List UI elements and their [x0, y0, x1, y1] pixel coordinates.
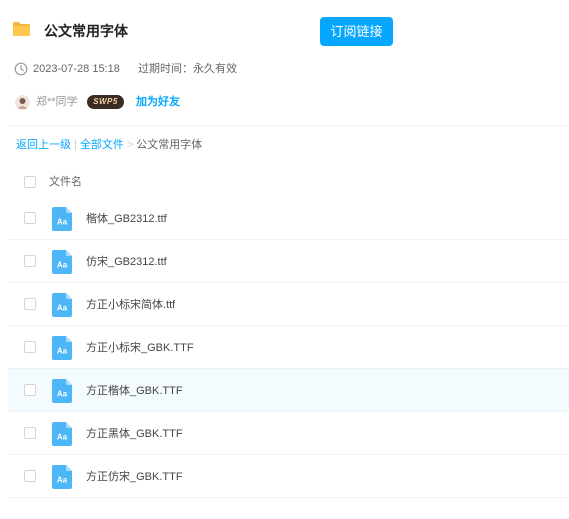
file-name[interactable]: 方正黑体_GBK.TTF	[86, 426, 183, 442]
font-file-icon: Aa	[52, 250, 72, 274]
file-name[interactable]: 方正楷体_GBK.TTF	[86, 383, 183, 399]
row-divider	[8, 497, 569, 498]
font-file-icon: Aa	[52, 336, 72, 360]
svg-text:Aa: Aa	[57, 433, 68, 442]
font-file-icon: Aa	[52, 465, 72, 489]
file-row[interactable]: Aa 方正黑体_GBK.TTF	[8, 412, 569, 455]
file-name[interactable]: 方正小标宋简体.ttf	[86, 297, 175, 313]
svg-text:Aa: Aa	[57, 304, 68, 313]
breadcrumb-current: 公文常用字体	[136, 139, 203, 151]
breadcrumb: 返回上一级 | 全部文件 > 公文常用字体	[16, 137, 202, 153]
clock-icon	[14, 62, 28, 76]
file-row[interactable]: Aa 方正楷体_GBK.TTF	[8, 369, 569, 412]
row-checkbox[interactable]	[24, 427, 36, 439]
breadcrumb-arrow: >	[126, 139, 134, 151]
expire-time: 过期时间：永久有效	[138, 63, 237, 75]
file-row[interactable]: Aa 仿宋_GB2312.ttf	[8, 240, 569, 283]
vip-badge: SWP5	[87, 95, 124, 109]
file-row[interactable]: Aa 方正仿宋_GBK.TTF	[8, 455, 569, 498]
file-name[interactable]: 楷体_GB2312.ttf	[86, 211, 167, 227]
avatar[interactable]	[15, 95, 30, 110]
file-name[interactable]: 方正仿宋_GBK.TTF	[86, 469, 183, 485]
svg-text:Aa: Aa	[57, 390, 68, 399]
font-file-icon: Aa	[52, 207, 72, 231]
row-checkbox[interactable]	[24, 341, 36, 353]
font-file-icon: Aa	[52, 293, 72, 317]
column-header-filename[interactable]: 文件名	[49, 174, 82, 190]
user-name: 郑**同学	[36, 96, 78, 108]
file-name[interactable]: 仿宋_GB2312.ttf	[86, 254, 167, 270]
subscribe-link-button[interactable]: 订阅链接	[320, 17, 393, 46]
file-row[interactable]: Aa 方正小标宋简体.ttf	[8, 283, 569, 326]
header-divider	[8, 125, 569, 126]
svg-text:Aa: Aa	[57, 347, 68, 356]
row-checkbox[interactable]	[24, 212, 36, 224]
all-files-link[interactable]: 全部文件	[80, 139, 124, 151]
file-row[interactable]: Aa 方正小标宋_GBK.TTF	[8, 326, 569, 369]
add-friend-link[interactable]: 加为好友	[136, 95, 180, 110]
svg-text:Aa: Aa	[57, 261, 68, 270]
select-all-checkbox[interactable]	[24, 176, 36, 188]
folder-icon	[13, 22, 30, 36]
row-checkbox[interactable]	[24, 384, 36, 396]
share-date: 2023-07-28 15:18	[33, 63, 120, 75]
file-row[interactable]: Aa 楷体_GB2312.ttf	[8, 197, 569, 240]
back-link[interactable]: 返回上一级	[16, 139, 71, 151]
svg-text:Aa: Aa	[57, 476, 68, 485]
row-checkbox[interactable]	[24, 470, 36, 482]
svg-text:Aa: Aa	[57, 218, 68, 227]
row-checkbox[interactable]	[24, 298, 36, 310]
font-file-icon: Aa	[52, 422, 72, 446]
row-checkbox[interactable]	[24, 255, 36, 267]
font-file-icon: Aa	[52, 379, 72, 403]
share-title: 公文常用字体	[44, 23, 128, 39]
file-name[interactable]: 方正小标宋_GBK.TTF	[86, 340, 194, 356]
breadcrumb-separator: |	[74, 139, 77, 151]
